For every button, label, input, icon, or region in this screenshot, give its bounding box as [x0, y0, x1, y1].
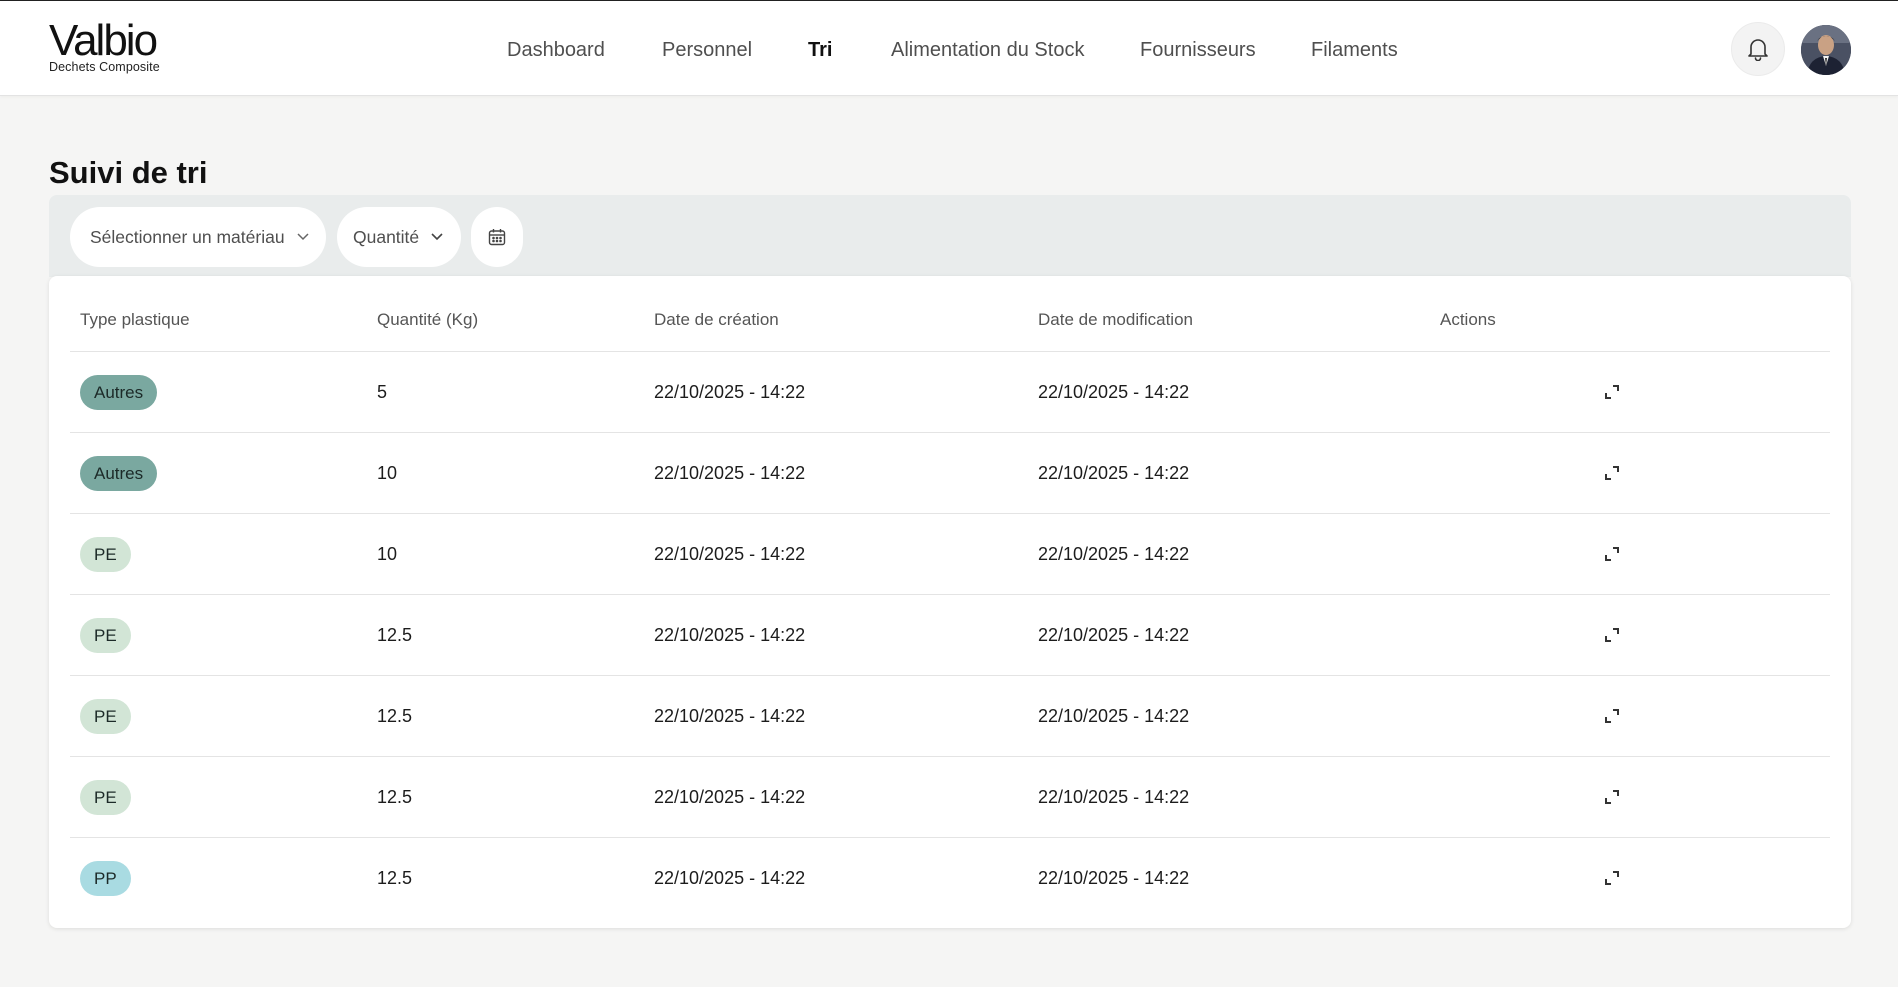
- cell-quantity: 12.5: [377, 625, 413, 645]
- cell-created: 22/10/2025 - 14:22: [654, 706, 806, 726]
- quantity-select-label: Quantité: [353, 226, 420, 247]
- column-header-actions: Actions: [1440, 310, 1496, 329]
- calendar-icon: [488, 229, 506, 246]
- expand-icon[interactable]: [1602, 544, 1622, 564]
- cell-created: 22/10/2025 - 14:22: [654, 787, 806, 807]
- table-row: Autres 5 22/10/2025 - 14:22 22/10/2025 - 14…: [70, 351, 1830, 432]
- nav-item-tri[interactable]: Tri: [808, 39, 832, 62]
- filter-bar: Sélectionner un matériau Quantité: [49, 195, 1851, 277]
- material-select[interactable]: Sélectionner un matériau: [70, 207, 326, 267]
- cell-type: Autres: [80, 433, 158, 514]
- expand-icon[interactable]: [1602, 706, 1622, 726]
- table-row: Autres 10 22/10/2025 - 14:22 22/10/2025 - 1…: [70, 432, 1830, 513]
- table-row: PP 12.5 22/10/2025 - 14:22 22/10/2025 - 14:…: [70, 837, 1830, 918]
- plastic-type-badge: PP: [80, 861, 131, 896]
- app-header: Valbio Dechets Composite Dashboard Perso…: [0, 1, 1898, 96]
- expand-icon[interactable]: [1602, 787, 1622, 807]
- cell-type: Autres: [80, 352, 158, 433]
- cell-created: 22/10/2025 - 14:22: [654, 463, 806, 483]
- cell-type: PE: [80, 676, 131, 757]
- nav-item-alimentation-du-stock[interactable]: Alimentation du Stock: [891, 39, 1084, 62]
- chevron-down-icon: [431, 233, 443, 241]
- column-header-type: Type plastique: [80, 310, 190, 329]
- chevron-down-icon: [297, 233, 309, 241]
- table-row: PE 12.5 22/10/2025 - 14:22 22/10/2025 - 14:…: [70, 675, 1830, 756]
- table-row: PE 10 22/10/2025 - 14:22 22/10/2025 - 14:22: [70, 513, 1830, 594]
- nav-item-fournisseurs[interactable]: Fournisseurs: [1140, 39, 1256, 62]
- bell-icon: [1748, 39, 1768, 61]
- plastic-type-badge: Autres: [80, 375, 158, 410]
- column-header-modified: Date de modification: [1038, 310, 1193, 329]
- cell-modified: 22/10/2025 - 14:22: [1038, 463, 1190, 483]
- quantity-select[interactable]: Quantité: [337, 207, 461, 267]
- cell-type: PE: [80, 595, 131, 676]
- cell-created: 22/10/2025 - 14:22: [654, 544, 806, 564]
- sorting-table: Type plastique Quantité (Kg) Date de cré…: [49, 276, 1851, 928]
- cell-modified: 22/10/2025 - 14:22: [1038, 787, 1190, 807]
- cell-modified: 22/10/2025 - 14:22: [1038, 868, 1190, 888]
- plastic-type-badge: PE: [80, 699, 131, 734]
- plastic-type-badge: PE: [80, 537, 131, 572]
- expand-icon[interactable]: [1602, 868, 1622, 888]
- cell-quantity: 12.5: [377, 868, 413, 888]
- cell-quantity: 12.5: [377, 787, 413, 807]
- user-photo-icon: [1801, 25, 1851, 75]
- nav-item-personnel[interactable]: Personnel: [662, 39, 752, 62]
- cell-type: PP: [80, 838, 131, 919]
- page-title: Suivi de tri: [49, 155, 208, 190]
- expand-icon[interactable]: [1602, 382, 1622, 402]
- table-row: PE 12.5 22/10/2025 - 14:22 22/10/2025 - 14:…: [70, 756, 1830, 837]
- cell-quantity: 5: [377, 382, 388, 402]
- nav-item-dashboard[interactable]: Dashboard: [507, 39, 605, 62]
- column-header-quantity: Quantité (Kg): [377, 310, 479, 329]
- cell-type: PE: [80, 757, 131, 838]
- cell-modified: 22/10/2025 - 14:22: [1038, 544, 1190, 564]
- nav-item-filaments[interactable]: Filaments: [1311, 39, 1398, 62]
- notifications-button[interactable]: [1731, 22, 1785, 76]
- plastic-type-badge: Autres: [80, 456, 158, 491]
- table-row: PE 12.5 22/10/2025 - 14:22 22/10/2025 - 14:…: [70, 594, 1830, 675]
- cell-quantity: 10: [377, 544, 398, 564]
- expand-icon[interactable]: [1602, 625, 1622, 645]
- plastic-type-badge: PE: [80, 780, 131, 815]
- material-select-label: Sélectionner un matériau: [90, 226, 285, 247]
- cell-type: PE: [80, 514, 131, 595]
- cell-quantity: 10: [377, 463, 398, 483]
- cell-created: 22/10/2025 - 14:22: [654, 868, 806, 888]
- date-picker-button[interactable]: [471, 207, 523, 267]
- column-header-created: Date de création: [654, 310, 779, 329]
- cell-created: 22/10/2025 - 14:22: [654, 625, 806, 645]
- cell-modified: 22/10/2025 - 14:22: [1038, 706, 1190, 726]
- cell-modified: 22/10/2025 - 14:22: [1038, 625, 1190, 645]
- cell-quantity: 12.5: [377, 706, 413, 726]
- main-nav: Dashboard Personnel Tri Alimentation du …: [0, 1, 1898, 96]
- plastic-type-badge: PE: [80, 618, 131, 653]
- cell-created: 22/10/2025 - 14:22: [654, 382, 806, 402]
- cell-modified: 22/10/2025 - 14:22: [1038, 382, 1190, 402]
- expand-icon[interactable]: [1602, 463, 1622, 483]
- avatar[interactable]: [1801, 25, 1851, 75]
